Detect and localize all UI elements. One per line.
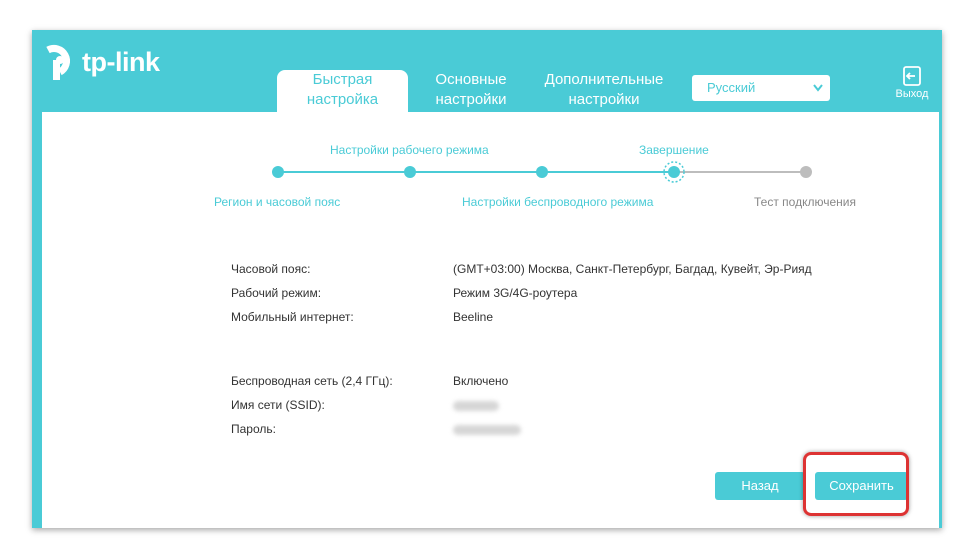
step-label-wireless: Настройки беспроводного режима — [462, 195, 654, 209]
tab-quick-setup-line1: Быстрая — [312, 71, 373, 88]
step-dot-wireless — [536, 166, 548, 178]
tab-basic-settings[interactable]: Основные настройки — [420, 70, 522, 112]
progress-track — [272, 161, 812, 183]
password-redacted — [453, 425, 521, 435]
logout-button[interactable]: Выход — [887, 66, 937, 100]
tab-advanced-settings[interactable]: Дополнительные настройки — [532, 70, 676, 112]
step-dot-finish — [668, 166, 680, 178]
summary-value-mobile: Beeline — [453, 310, 494, 324]
step-dot-mode — [404, 166, 416, 178]
logout-icon — [903, 66, 921, 86]
tp-link-logo-icon — [46, 44, 71, 80]
summary-value-timezone: (GMT+03:00) Москва, Санкт-Петербург, Баг… — [453, 262, 812, 276]
summary-label-ssid: Имя сети (SSID): — [231, 398, 325, 412]
language-select[interactable]: Русский — [692, 75, 830, 101]
tab-basic-line2: настройки — [435, 91, 507, 108]
tab-advanced-line1: Дополнительные — [544, 71, 664, 88]
summary-value-mode: Режим 3G/4G-роутера — [453, 286, 578, 300]
tab-basic-line1: Основные — [435, 71, 507, 88]
summary-label-wireless: Беспроводная сеть (2,4 ГГц): — [231, 374, 393, 388]
step-label-finish: Завершение — [639, 143, 709, 157]
summary-label-mode: Рабочий режим: — [231, 286, 322, 300]
step-dot-test — [800, 166, 812, 178]
save-button-highlight — [803, 452, 909, 516]
logo-text: tp-link — [82, 46, 160, 77]
chevron-down-icon — [812, 75, 824, 110]
language-value: Русский — [707, 80, 756, 95]
step-label-operation-mode: Настройки рабочего режима — [330, 143, 489, 157]
setup-progress: Настройки рабочего режима Завершение Рег… — [42, 112, 939, 242]
step-label-region: Регион и часовой пояс — [214, 195, 341, 209]
tab-quick-setup[interactable]: Быстрая настройка — [277, 70, 408, 112]
summary-label-timezone: Часовой пояс: — [231, 262, 311, 276]
summary-label-password: Пароль: — [231, 422, 276, 436]
summary-label-mobile: Мобильный интернет: — [231, 310, 354, 324]
tp-link-logo: tp-link — [42, 42, 160, 82]
ssid-redacted — [453, 401, 499, 411]
summary-value-wireless: Включено — [453, 374, 509, 388]
tab-advanced-line2: настройки — [568, 91, 640, 108]
logout-label: Выход — [895, 88, 929, 100]
tab-quick-setup-line2: настройка — [306, 91, 379, 108]
back-button[interactable]: Назад — [715, 472, 805, 500]
step-label-test: Тест подключения — [754, 195, 856, 209]
step-dot-region — [272, 166, 284, 178]
